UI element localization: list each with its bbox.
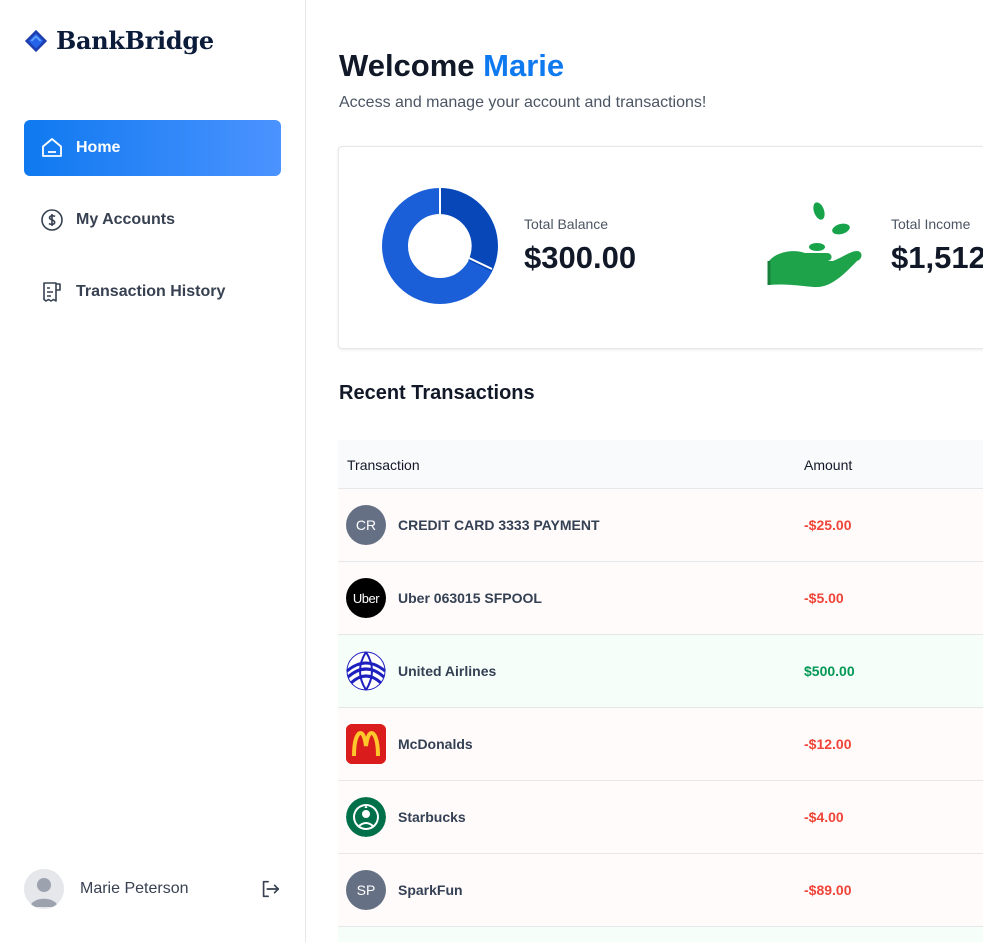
table-row[interactable]: McDonalds -$12.00 [338, 708, 983, 781]
merchant-avatar: CR [346, 505, 386, 545]
income-hand-icon [767, 202, 862, 287]
balance-summary-card: Total Balance $300.00 Total Income $1,51… [338, 146, 983, 349]
uber-logo: Uber [346, 578, 386, 618]
merchant-avatar: SP [346, 870, 386, 910]
transaction-amount: -$12.00 [804, 736, 852, 752]
page-title: Welcome Marie [339, 48, 564, 84]
dollar-circle-icon [40, 208, 64, 232]
united-globe-icon [346, 651, 386, 691]
bankbridge-logo-icon [24, 29, 48, 53]
brand-name: BankBridge [56, 26, 214, 55]
transaction-name: Uber 063015 SFPOOL [398, 590, 542, 606]
table-row[interactable] [338, 927, 983, 942]
page-subtitle: Access and manage your account and trans… [339, 94, 707, 111]
welcome-text: Welcome [339, 48, 475, 83]
mcdonalds-arches-icon [346, 724, 386, 764]
sidebar: BankBridge Home My Accounts Transaction … [0, 0, 306, 942]
avatar[interactable] [24, 869, 64, 909]
sidebar-item-label: Transaction History [76, 283, 226, 300]
table-row[interactable]: SP SparkFun -$89.00 [338, 854, 983, 927]
main-content: Welcome Marie Access and manage your acc… [306, 0, 983, 942]
home-icon [40, 136, 64, 160]
sidebar-item-home[interactable]: Home [24, 120, 281, 176]
transaction-name: Starbucks [398, 809, 466, 825]
table-row[interactable]: United Airlines $500.00 [338, 635, 983, 708]
transaction-amount: -$89.00 [804, 882, 852, 898]
receipt-icon [40, 280, 64, 304]
starbucks-siren-icon [346, 797, 386, 837]
total-balance-label: Total Balance [524, 216, 609, 232]
recent-transactions-title: Recent Transactions [339, 382, 535, 404]
table-header: Transaction Amount [338, 440, 983, 489]
sidebar-item-transaction-history[interactable]: Transaction History [24, 264, 281, 320]
transactions-table: Transaction Amount CR CREDIT CARD 3333 P… [338, 440, 983, 942]
logout-icon[interactable] [258, 877, 282, 901]
total-income-label: Total Income [891, 216, 971, 232]
total-income: Total Income $1,512 [891, 216, 983, 276]
transaction-name: McDonalds [398, 736, 473, 752]
table-row[interactable]: Starbucks -$4.00 [338, 781, 983, 854]
total-balance: Total Balance $300.00 [524, 216, 636, 276]
table-row[interactable]: CR CREDIT CARD 3333 PAYMENT -$25.00 [338, 489, 983, 562]
balance-donut-chart [382, 188, 498, 304]
transaction-amount: -$4.00 [804, 809, 844, 825]
user-profile: Marie Peterson [24, 869, 282, 909]
sidebar-item-label: My Accounts [76, 211, 175, 228]
total-income-value: $1,512 [891, 240, 983, 275]
transaction-amount: -$25.00 [804, 517, 852, 533]
column-header-transaction: Transaction [347, 457, 420, 473]
user-name: Marie Peterson [80, 880, 189, 897]
transaction-name: United Airlines [398, 663, 497, 679]
total-balance-value: $300.00 [524, 240, 637, 275]
transaction-amount: $500.00 [804, 663, 855, 679]
table-row[interactable]: Uber Uber 063015 SFPOOL -$5.00 [338, 562, 983, 635]
sidebar-item-label: Home [76, 139, 121, 156]
transaction-name: CREDIT CARD 3333 PAYMENT [398, 517, 600, 533]
transaction-name: SparkFun [398, 882, 463, 898]
column-header-amount: Amount [804, 457, 853, 473]
sidebar-item-my-accounts[interactable]: My Accounts [24, 192, 281, 248]
transaction-amount: -$5.00 [804, 590, 844, 606]
user-first-name: Marie [483, 48, 565, 83]
brand-logo[interactable]: BankBridge [24, 26, 214, 55]
